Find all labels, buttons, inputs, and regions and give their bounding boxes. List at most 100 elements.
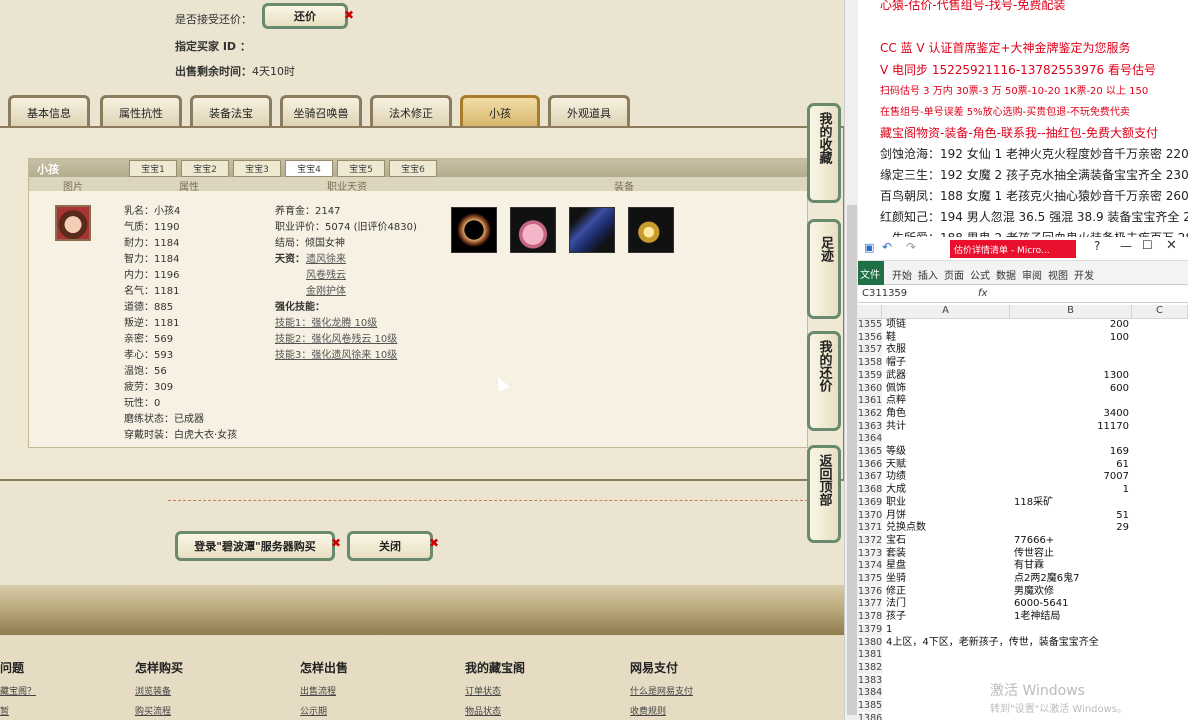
cell-a[interactable]: 功绩 — [886, 471, 906, 483]
row-number[interactable]: 1362 — [858, 407, 882, 420]
cell-b[interactable]: 传世容止 — [1014, 548, 1054, 560]
ribbon-tab-view[interactable]: 视图 — [1048, 267, 1068, 282]
equip-ring-icon[interactable] — [451, 207, 497, 253]
redo-icon[interactable]: ↷ — [906, 240, 916, 254]
row-number[interactable]: 1355 — [858, 319, 882, 331]
fx-icon[interactable]: fx — [978, 288, 987, 299]
row-number[interactable]: 1386 — [858, 712, 882, 720]
ribbon-tab-review[interactable]: 审阅 — [1022, 267, 1042, 282]
footer-link[interactable]: 收费规则 — [630, 704, 666, 717]
tab-spell-fix[interactable]: 法术修正 — [370, 95, 452, 127]
cell-b[interactable]: 1 — [1014, 484, 1129, 496]
cell-a[interactable]: 兑换点数 — [886, 522, 926, 534]
cell-a[interactable]: 4上区，4下区，老新孩子，传世，装备宝宝齐全 — [886, 637, 1099, 649]
col-header-c[interactable]: C — [1132, 305, 1188, 319]
tab-attributes[interactable]: 属性抗性 — [100, 95, 182, 127]
ribbon-tab-dev[interactable]: 开发 — [1074, 267, 1094, 282]
cell-b[interactable]: 600 — [1014, 383, 1129, 395]
cell-b[interactable]: 1300 — [1014, 370, 1129, 382]
talent-link-2[interactable]: 风卷残云 — [306, 270, 346, 282]
tab-equipment[interactable]: 装备法宝 — [190, 95, 272, 127]
spreadsheet-grid[interactable]: A B C 1355 项链 200 1356 鞋 100 1357 衣服 1358 帽子 1359 武… — [858, 305, 1188, 720]
cell-b[interactable]: 118采矿 — [1014, 497, 1053, 509]
cell-a[interactable]: 星盘 — [886, 560, 906, 572]
scrollbar-thumb[interactable] — [847, 205, 857, 715]
tab-child[interactable]: 小孩 — [460, 95, 540, 127]
cell-a[interactable]: 孩子 — [886, 611, 906, 623]
ribbon-tab-home[interactable]: 开始 — [892, 267, 912, 282]
cell-a[interactable]: 共计 — [886, 421, 906, 433]
ribbon-tab-page[interactable]: 页面 — [944, 267, 964, 282]
skill-link-1[interactable]: 技能1：强化龙腾 10级 — [275, 318, 377, 330]
row-number[interactable]: 1373 — [858, 547, 882, 560]
cell-a[interactable]: 帽子 — [886, 357, 906, 369]
col-header-b[interactable]: B — [1010, 305, 1132, 319]
subtab-baby-1[interactable]: 宝宝1 — [129, 160, 177, 177]
row-number[interactable]: 1380 — [858, 636, 882, 649]
subtab-baby-2[interactable]: 宝宝2 — [181, 160, 229, 177]
cell-a[interactable]: 项链 — [886, 319, 906, 331]
cell-b[interactable]: 1老神结局 — [1014, 611, 1060, 623]
cell-a[interactable]: 宝石 — [886, 535, 906, 547]
footer-link[interactable]: 什么是网易支付 — [630, 684, 693, 697]
minimize-icon[interactable]: — — [1120, 239, 1132, 253]
offer-button[interactable]: 还价 ✖ — [262, 3, 354, 29]
talent-link-3[interactable]: 金刚护体 — [306, 286, 346, 298]
save-icon[interactable]: ▣ — [864, 241, 874, 254]
cell-a[interactable]: 等级 — [886, 446, 906, 458]
ribbon-tab-insert[interactable]: 插入 — [918, 267, 938, 282]
footer-link[interactable]: 订单状态 — [465, 684, 501, 697]
cell-a[interactable]: 点粹 — [886, 395, 906, 407]
footer-link[interactable]: 物品状态 — [465, 704, 501, 717]
cell-a[interactable]: 衣服 — [886, 344, 906, 356]
row-number[interactable]: 1384 — [858, 687, 882, 700]
cell-b[interactable]: 男魔欢修 — [1014, 586, 1054, 598]
cell-b[interactable]: 7007 — [1014, 471, 1129, 483]
row-number[interactable]: 1359 — [858, 369, 882, 382]
equip-gold-icon[interactable] — [628, 207, 674, 253]
cell-b[interactable]: 61 — [1014, 459, 1129, 471]
row-number[interactable]: 1356 — [858, 331, 882, 344]
cell-a[interactable]: 套装 — [886, 548, 906, 560]
cell-a[interactable]: 佩饰 — [886, 383, 906, 395]
corner-cell[interactable] — [858, 305, 882, 319]
row-number[interactable]: 1358 — [858, 357, 882, 370]
cell-a[interactable]: 修正 — [886, 586, 906, 598]
row-number[interactable]: 1360 — [858, 382, 882, 395]
row-number[interactable]: 1368 — [858, 484, 882, 497]
maximize-icon[interactable]: ☐ — [1142, 238, 1153, 252]
cell-b[interactable]: 有甘霖 — [1014, 560, 1044, 572]
tab-basic-info[interactable]: 基本信息 — [8, 95, 90, 127]
row-number[interactable]: 1370 — [858, 509, 882, 522]
cell-a[interactable]: 角色 — [886, 408, 906, 420]
cell-a[interactable]: 月饼 — [886, 510, 906, 522]
row-number[interactable]: 1381 — [858, 649, 882, 662]
cell-a[interactable]: 大成 — [886, 484, 906, 496]
tab-appearance[interactable]: 外观道具 — [548, 95, 630, 127]
cell-a[interactable]: 法门 — [886, 598, 906, 610]
row-number[interactable]: 1367 — [858, 471, 882, 484]
close-icon[interactable]: ✕ — [1166, 238, 1177, 253]
cell-b[interactable]: 200 — [1014, 319, 1129, 331]
col-header-a[interactable]: A — [882, 305, 1010, 319]
cell-a[interactable]: 坐骑 — [886, 573, 906, 585]
row-number[interactable]: 1363 — [858, 420, 882, 433]
skill-link-2[interactable]: 技能2：强化风卷残云 10级 — [275, 334, 397, 346]
row-number[interactable]: 1372 — [858, 534, 882, 547]
skill-link-3[interactable]: 技能3：强化遗风徐来 10级 — [275, 350, 397, 362]
subtab-baby-4[interactable]: 宝宝4 — [285, 160, 333, 177]
cell-b[interactable]: 51 — [1014, 510, 1129, 522]
row-number[interactable]: 1361 — [858, 395, 882, 408]
row-number[interactable]: 1365 — [858, 446, 882, 458]
page-scrollbar[interactable] — [844, 0, 858, 720]
row-number[interactable]: 1385 — [858, 700, 882, 712]
row-number[interactable]: 1377 — [858, 598, 882, 611]
cell-b[interactable]: 点2两2魔6鬼7 — [1014, 573, 1079, 585]
row-number[interactable]: 1364 — [858, 433, 882, 446]
undo-icon[interactable]: ↶ — [882, 240, 892, 254]
cell-b[interactable]: 77666+ — [1014, 535, 1054, 547]
cell-a[interactable]: 武器 — [886, 370, 906, 382]
talent-link-1[interactable]: 遗风徐来 — [306, 254, 346, 266]
cell-b[interactable]: 29 — [1014, 522, 1129, 534]
file-tab[interactable]: 文件 — [858, 261, 884, 285]
